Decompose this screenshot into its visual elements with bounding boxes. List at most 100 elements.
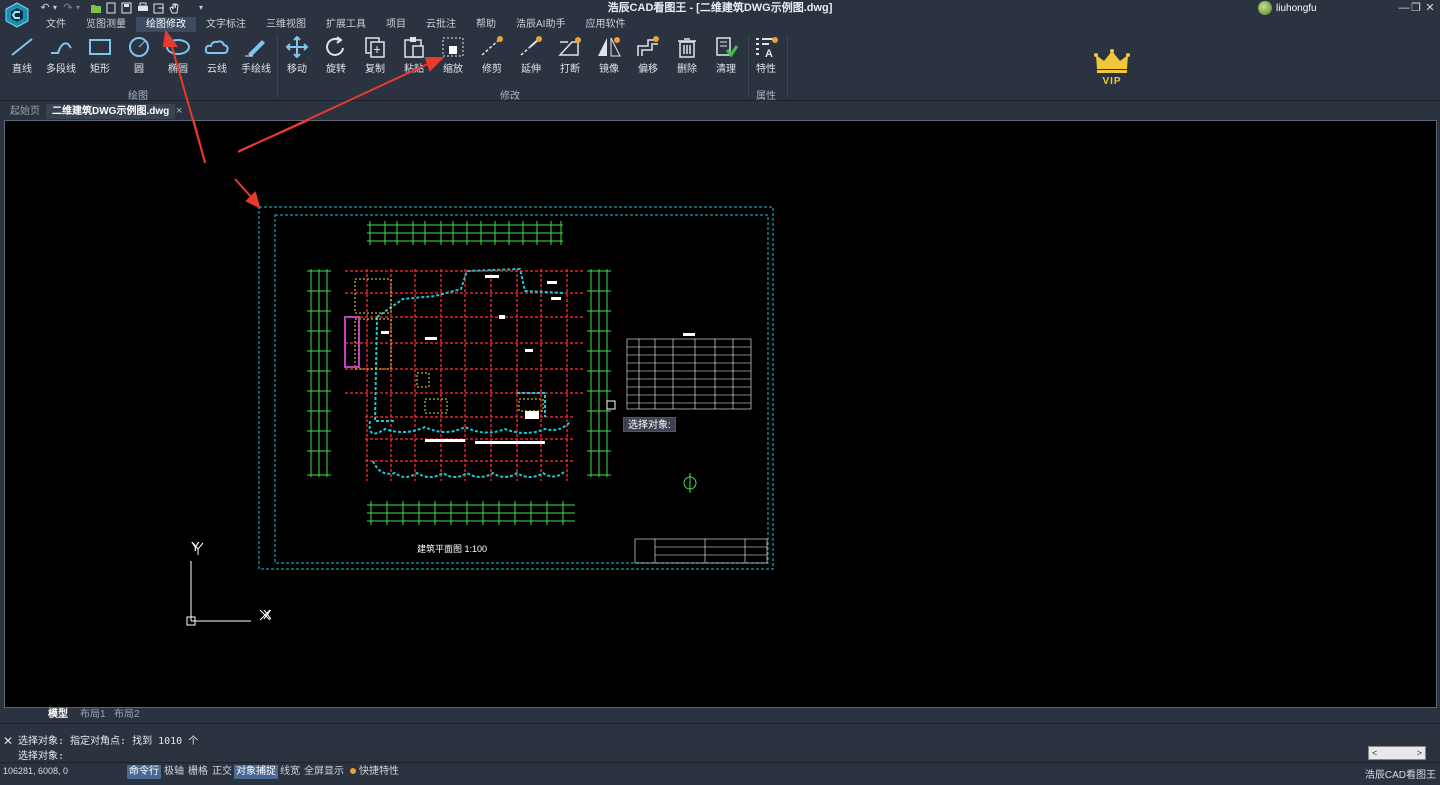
toggle-ortho[interactable]: 正交 — [210, 765, 234, 779]
copy-icon — [365, 37, 385, 58]
dimension-ticks — [307, 221, 611, 525]
purple-element — [344, 316, 360, 368]
layout-tab-bar: 模型 布局1 布局2 — [0, 708, 1440, 722]
menu-apps[interactable]: 应用软件 — [575, 17, 635, 32]
copy-tool-button[interactable]: 复制 — [356, 34, 394, 80]
properties-group-label: 属性 — [756, 91, 776, 102]
menu-ai-assistant[interactable]: 浩辰AI助手 — [506, 17, 575, 32]
menu-text-annotation[interactable]: 文字标注 — [196, 17, 256, 32]
pencil-icon — [245, 40, 265, 57]
menu-extension-tools[interactable]: 扩展工具 — [316, 17, 376, 32]
crown-icon — [1094, 49, 1130, 73]
tab-dwg-document[interactable]: 二维建筑DWG示例图.dwg — [46, 104, 176, 119]
north-arrow-icon — [683, 473, 697, 493]
annotation-arrows — [192, 121, 310, 209]
menu-3d-view[interactable]: 三维视图 — [256, 17, 316, 32]
document-tab-bar: 起始页 二维建筑DWG示例图.dwg × — [0, 102, 1440, 119]
dwg-drawing[interactable]: 建筑平面图 1:100 — [5, 121, 1437, 708]
window-title: 浩辰CAD看图王 - [二维建筑DWG示例图.dwg] — [607, 2, 833, 14]
rotate-tool-button[interactable]: 旋转 — [317, 34, 355, 80]
offset-tool-button[interactable]: 偏移 — [629, 34, 667, 80]
break-tool-button[interactable]: 打断 — [551, 34, 589, 80]
scale-icon — [442, 37, 464, 57]
menu-project[interactable]: 项目 — [376, 17, 416, 32]
close-window-button[interactable]: ✕ — [1420, 0, 1440, 16]
cursor-coordinates: 106281, 6008, 0 — [3, 766, 69, 776]
ellipse-tool-button[interactable]: 椭圆 — [159, 34, 197, 80]
toggle-fullscreen[interactable]: 全屏显示 — [302, 765, 346, 779]
properties-tool-button[interactable]: A 特性 — [747, 34, 785, 80]
scroll-right-icon[interactable]: > — [1417, 747, 1422, 759]
schedule-table — [626, 338, 752, 410]
properties-icon: A — [756, 37, 778, 58]
move-tool-button[interactable]: 移动 — [278, 34, 316, 80]
tab-layout2[interactable]: 布局2 — [106, 708, 148, 722]
user-account[interactable]: liuhongfu — [1258, 0, 1317, 16]
brand-label: 浩辰CAD看图王 — [1364, 770, 1436, 781]
circle-tool-button[interactable]: 圆 — [120, 34, 158, 80]
outer-sheet-frame — [258, 206, 774, 570]
clipboard-icon — [404, 37, 424, 58]
delete-tool-button[interactable]: 删除 — [668, 34, 706, 80]
paste-tool-button[interactable]: 粘贴 — [395, 34, 433, 80]
draw-group-label: 绘图 — [128, 91, 148, 102]
menu-bar: 文件 览图测量 绘图修改 文字标注 三维视图 扩展工具 项目 云批注 帮助 浩辰… — [36, 17, 635, 32]
revcloud-tool-button[interactable]: 云线 — [198, 34, 236, 80]
close-tab-icon[interactable]: × — [176, 104, 182, 119]
menu-cloud-annotation[interactable]: 云批注 — [416, 17, 466, 32]
vip-label: VIP — [1102, 76, 1122, 87]
toggle-quick-properties[interactable]: 快捷特性 — [348, 765, 401, 779]
scroll-left-icon[interactable]: < — [1372, 747, 1377, 759]
stair-elements — [354, 278, 544, 414]
vip-badge[interactable]: VIP — [1092, 49, 1132, 87]
modify-group-label: 修改 — [500, 91, 520, 102]
toggle-polar[interactable]: 极轴 — [162, 765, 186, 779]
toggle-lineweight[interactable]: 线宽 — [278, 765, 302, 779]
rotate-icon — [326, 36, 344, 56]
circle-icon — [129, 37, 149, 57]
menu-help[interactable]: 帮助 — [466, 17, 506, 32]
table-title-mark — [683, 333, 695, 336]
toggle-command-line[interactable]: 命令行 — [127, 765, 161, 779]
drawing-caption: 建筑平面图 1:100 — [417, 543, 487, 554]
offset-icon — [637, 36, 659, 56]
cloud-icon — [204, 40, 229, 54]
ribbon: 直线 多段线 矩形 圆 椭圆 云线 手绘线 绘图 移动 旋转 复制 粘贴 缩放 … — [0, 33, 1440, 102]
menu-view-measure[interactable]: 览图测量 — [76, 17, 136, 32]
ellipse-icon — [166, 39, 190, 55]
status-bar: 106281, 6008, 0 命令行 极轴 栅格 正交 对象捕捉 线宽 全屏显… — [0, 762, 1440, 781]
tab-start-page[interactable]: 起始页 — [4, 104, 46, 119]
trash-icon — [678, 38, 696, 58]
close-command-icon[interactable]: ✕ — [3, 734, 13, 748]
tab-model[interactable]: 模型 — [40, 708, 76, 722]
menu-draw-modify[interactable]: 绘图修改 — [136, 17, 196, 32]
break-icon — [558, 37, 581, 56]
toggle-object-snap[interactable]: 对象捕捉 — [234, 765, 278, 779]
polyline-tool-button[interactable]: 多段线 — [42, 34, 80, 80]
user-name: liuhongfu — [1276, 2, 1317, 14]
command-prompt[interactable]: 选择对象: — [18, 747, 64, 762]
ucs-icon — [186, 542, 271, 626]
freehand-tool-button[interactable]: 手绘线 — [237, 34, 275, 80]
selection-tooltip: 选择对象: — [623, 417, 676, 432]
purge-tool-button[interactable]: 清理 — [707, 34, 745, 80]
drawing-canvas[interactable]: 建筑平面图 1:100 选择对象: Y X — [4, 120, 1437, 708]
ucs-x-label: X — [263, 607, 272, 622]
trim-tool-button[interactable]: 修剪 — [473, 34, 511, 80]
toggle-grid[interactable]: 栅格 — [186, 765, 210, 779]
command-window: ✕ 选择对象: 指定对角点: 找到 1010 个 选择对象: < > — [0, 723, 1440, 762]
move-arrows-icon — [285, 36, 309, 58]
rectangle-tool-button[interactable]: 矩形 — [81, 34, 119, 80]
rectangle-icon — [89, 39, 111, 55]
command-scrollbar[interactable]: < > — [1368, 746, 1426, 760]
mirror-icon — [598, 37, 621, 57]
extend-icon — [520, 36, 542, 56]
mirror-tool-button[interactable]: 镜像 — [590, 34, 628, 80]
purge-icon — [716, 37, 739, 58]
title-bar: ↶ ▾ ↷ ▾ ▾ 浩辰CAD看图王 - [二维建筑DWG示例图.dwg] li… — [0, 0, 1440, 28]
polyline-icon — [51, 42, 72, 54]
line-tool-button[interactable]: 直线 — [3, 34, 41, 80]
scale-tool-button[interactable]: 缩放 — [434, 34, 472, 80]
extend-tool-button[interactable]: 延伸 — [512, 34, 550, 80]
menu-file[interactable]: 文件 — [36, 17, 76, 32]
